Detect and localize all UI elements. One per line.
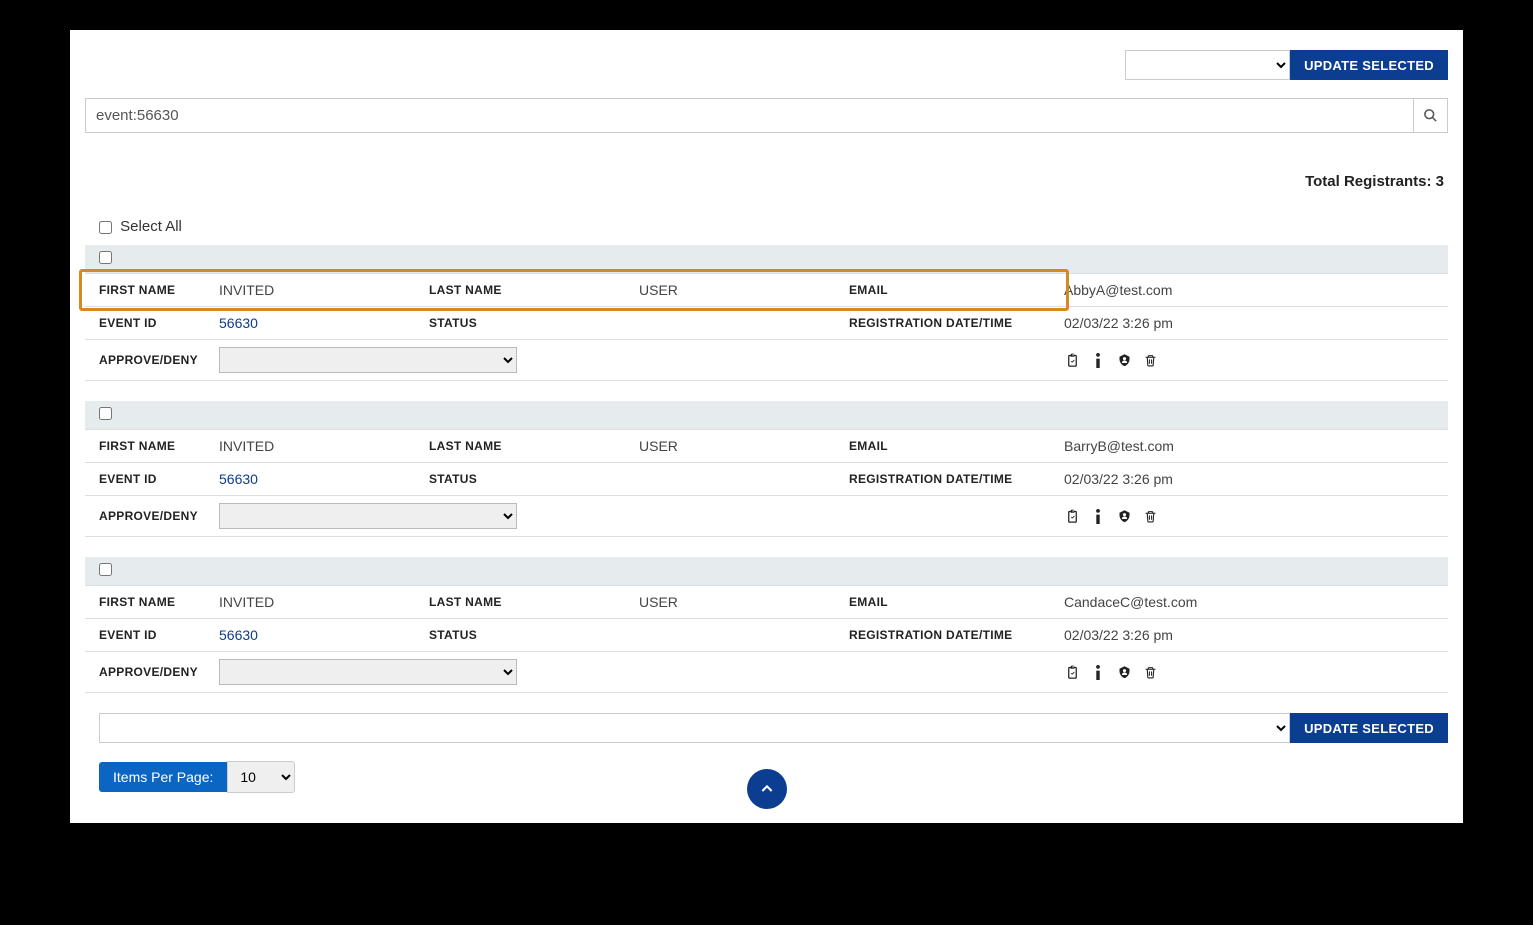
status-label: STATUS [429,472,639,486]
email-label: EMAIL [849,283,1064,297]
card-checkbox-row [85,401,1448,430]
last-name-label: LAST NAME [429,439,639,453]
trash-icon[interactable] [1142,352,1158,368]
event-id-link[interactable]: 56630 [219,315,429,331]
last-name-value: USER [639,282,849,298]
card-row-event: EVENT ID56630STATUS REGISTRATION DATE/TIM… [85,619,1448,652]
card-checkbox-row [85,245,1448,274]
search-button[interactable] [1413,99,1447,132]
first-name-value: INVITED [219,282,429,298]
email-label: EMAIL [849,439,1064,453]
card-row-name: FIRST NAMEINVITEDLAST NAMEUSEREMAILBarry… [85,430,1448,463]
info-icon[interactable] [1090,352,1106,368]
event-id-label: EVENT ID [99,628,219,642]
last-name-value: USER [639,438,849,454]
registrants-list: FIRST NAMEINVITEDLAST NAMEUSEREMAILAbbyA… [85,245,1448,693]
reg-datetime-label: REGISTRATION DATE/TIME [849,628,1064,642]
search-input[interactable] [86,99,1413,132]
top-action-row: UPDATE SELECTED [85,50,1448,80]
email-value: AbbyA@test.com [1064,282,1434,298]
approve-deny-select[interactable] [219,659,517,685]
last-name-label: LAST NAME [429,283,639,297]
bottom-action-row: UPDATE SELECTED [85,713,1448,743]
scroll-to-top-button[interactable] [747,769,787,809]
card-row-approve: APPROVE/DENY [85,496,1448,537]
info-icon[interactable] [1090,664,1106,680]
chevron-up-icon [759,781,775,797]
first-name-label: FIRST NAME [99,439,219,453]
status-label: STATUS [429,316,639,330]
card-checkbox-row [85,557,1448,586]
total-registrants-label: Total Registrants: 3 [85,173,1448,190]
update-selected-button-bottom[interactable]: UPDATE SELECTED [1290,713,1448,743]
select-all-checkbox[interactable] [99,221,112,234]
action-icons [1064,664,1434,680]
trash-icon[interactable] [1142,664,1158,680]
first-name-label: FIRST NAME [99,595,219,609]
approve-deny-label: APPROVE/DENY [99,509,219,523]
reg-datetime-value: 02/03/22 3:26 pm [1064,627,1434,643]
items-per-page-select[interactable]: 10 [227,761,295,793]
approve-deny-label: APPROVE/DENY [99,665,219,679]
card-row-name: FIRST NAMEINVITEDLAST NAMEUSEREMAILAbbyA… [85,274,1448,307]
status-label: STATUS [429,628,639,642]
registrant-checkbox[interactable] [99,563,112,576]
clipboard-check-icon[interactable] [1064,664,1080,680]
action-icons [1064,352,1434,368]
clipboard-check-icon[interactable] [1064,352,1080,368]
registrant-card: FIRST NAMEINVITEDLAST NAMEUSEREMAILAbbyA… [85,245,1448,381]
email-value: BarryB@test.com [1064,438,1434,454]
reg-datetime-label: REGISTRATION DATE/TIME [849,316,1064,330]
registrant-card: FIRST NAMEINVITEDLAST NAMEUSEREMAILBarry… [85,401,1448,537]
registrant-card: FIRST NAMEINVITEDLAST NAMEUSEREMAILCanda… [85,557,1448,693]
email-value: CandaceC@test.com [1064,594,1434,610]
last-name-label: LAST NAME [429,595,639,609]
event-id-link[interactable]: 56630 [219,471,429,487]
approve-deny-select[interactable] [219,347,517,373]
reg-datetime-label: REGISTRATION DATE/TIME [849,472,1064,486]
first-name-value: INVITED [219,594,429,610]
event-id-label: EVENT ID [99,316,219,330]
user-badge-icon[interactable] [1116,508,1132,524]
search-row [85,98,1448,133]
trash-icon[interactable] [1142,508,1158,524]
email-label: EMAIL [849,595,1064,609]
select-all-label: Select All [120,218,182,235]
page-container: UPDATE SELECTED Total Registrants: 3 Sel… [70,30,1463,823]
top-action-dropdown[interactable] [1125,50,1290,80]
reg-datetime-value: 02/03/22 3:26 pm [1064,315,1434,331]
event-id-label: EVENT ID [99,472,219,486]
clipboard-check-icon[interactable] [1064,508,1080,524]
info-icon[interactable] [1090,508,1106,524]
card-row-event: EVENT ID56630STATUS REGISTRATION DATE/TIM… [85,463,1448,496]
card-row-approve: APPROVE/DENY [85,652,1448,693]
user-badge-icon[interactable] [1116,664,1132,680]
update-selected-button-top[interactable]: UPDATE SELECTED [1290,50,1448,80]
card-row-name: FIRST NAMEINVITEDLAST NAMEUSEREMAILCanda… [85,586,1448,619]
bottom-action-dropdown[interactable] [99,713,1290,743]
event-id-link[interactable]: 56630 [219,627,429,643]
approve-deny-select[interactable] [219,503,517,529]
first-name-label: FIRST NAME [99,283,219,297]
last-name-value: USER [639,594,849,610]
registrant-checkbox[interactable] [99,251,112,264]
items-per-page-label: Items Per Page: [99,762,227,792]
select-all-row: Select All [85,218,1448,235]
search-icon [1423,108,1439,124]
approve-deny-label: APPROVE/DENY [99,353,219,367]
user-badge-icon[interactable] [1116,352,1132,368]
card-row-approve: APPROVE/DENY [85,340,1448,381]
reg-datetime-value: 02/03/22 3:26 pm [1064,471,1434,487]
action-icons [1064,508,1434,524]
registrant-checkbox[interactable] [99,407,112,420]
card-row-event: EVENT ID56630STATUS REGISTRATION DATE/TIM… [85,307,1448,340]
first-name-value: INVITED [219,438,429,454]
